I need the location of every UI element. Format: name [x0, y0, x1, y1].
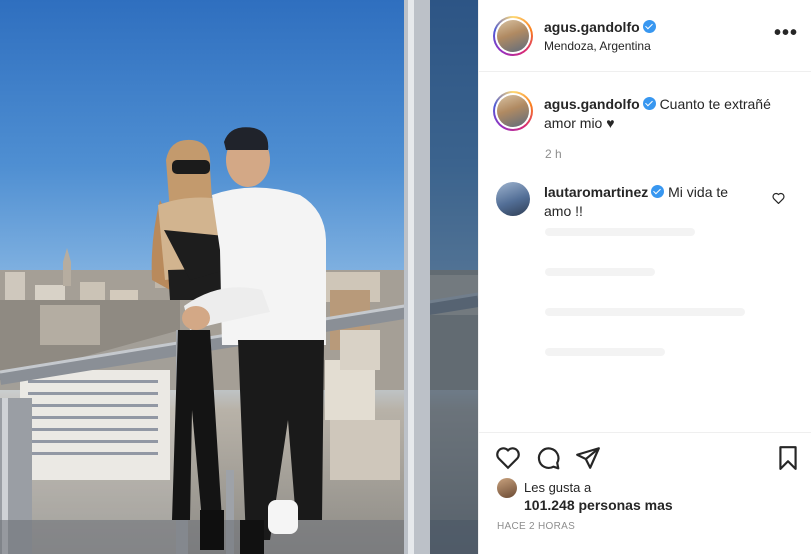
speech-bubble-icon[interactable]	[535, 445, 561, 471]
caption: agus.gandolfo Cuanto te extrañé amor mio…	[544, 95, 784, 133]
comment-username[interactable]: lautaromartinez	[544, 184, 648, 200]
author-avatar[interactable]	[493, 16, 533, 56]
post-photo[interactable]	[0, 0, 478, 554]
paper-plane-icon[interactable]	[575, 445, 601, 471]
more-options-icon[interactable]: •••	[774, 22, 798, 45]
caption-username[interactable]: agus.gandolfo	[544, 96, 640, 112]
post-side-panel: agus.gandolfo Mendoza, Argentina ••• agu…	[478, 0, 811, 554]
post-location[interactable]: Mendoza, Argentina	[544, 39, 651, 53]
faded-comments-placeholder	[545, 228, 785, 428]
verified-badge-icon	[642, 97, 656, 110]
post-timestamp[interactable]: HACE 2 HORAS	[497, 521, 575, 532]
commenter-avatar[interactable]	[496, 182, 530, 216]
author-name-row: agus.gandolfo	[544, 19, 656, 37]
verified-badge-icon	[642, 20, 656, 33]
likes-count[interactable]: 101.248 personas mas	[524, 497, 673, 513]
likes-prefix: Les gusta a	[524, 480, 592, 495]
verified-badge-icon	[651, 185, 665, 198]
metal-pillar	[404, 0, 478, 554]
bookmark-icon[interactable]	[775, 445, 801, 471]
liker-avatar[interactable]	[497, 478, 517, 498]
post-header: agus.gandolfo Mendoza, Argentina •••	[479, 0, 811, 72]
heart-outline-icon[interactable]	[495, 445, 521, 471]
author-username[interactable]: agus.gandolfo	[544, 19, 640, 35]
photo-illustration	[0, 0, 478, 554]
comment-like-heart-icon[interactable]	[772, 192, 785, 204]
caption-author-avatar[interactable]	[493, 91, 533, 131]
caption-time[interactable]: 2 h	[545, 147, 562, 161]
comment-item: lautaromartinez Mi vida te amo !!	[544, 183, 759, 221]
likes-count-text[interactable]: 101.248 personas mas	[524, 497, 673, 513]
